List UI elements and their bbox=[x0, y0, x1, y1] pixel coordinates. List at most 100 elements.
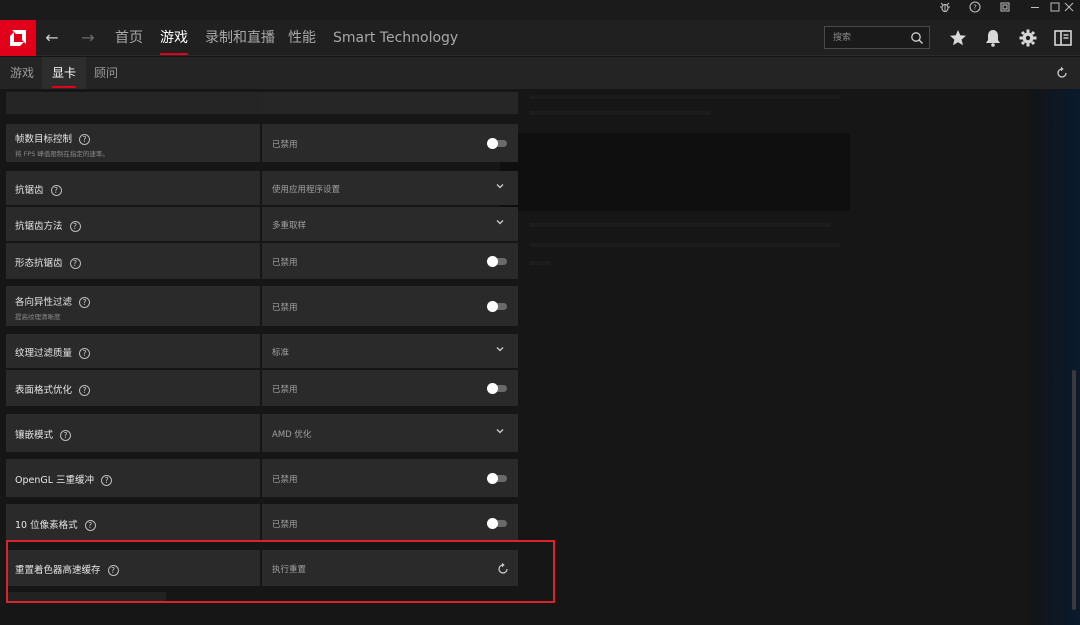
setting-label: 形态抗锯齿? bbox=[15, 255, 81, 269]
toggle-switch[interactable] bbox=[487, 518, 507, 529]
setting-row-texture-filtering-quality: 纹理过滤质量? 标准 bbox=[6, 334, 518, 368]
help-icon[interactable]: ? bbox=[50, 185, 62, 196]
dimmed-line bbox=[530, 111, 710, 115]
nav-smart-technology[interactable]: Smart Technology bbox=[333, 20, 458, 56]
toggle-switch[interactable] bbox=[487, 301, 507, 312]
setting-label: 帧数目标控制? bbox=[15, 131, 91, 145]
nav-home[interactable]: 首页 bbox=[115, 20, 143, 56]
dropdown-value[interactable]: AMD 优化 bbox=[272, 428, 311, 440]
subtab-games[interactable]: 游戏 bbox=[10, 57, 34, 89]
setting-value: 已禁用 bbox=[272, 385, 298, 395]
chevron-down-icon[interactable] bbox=[495, 426, 505, 439]
setting-value-cell: 已禁用 bbox=[262, 370, 518, 406]
back-arrow-icon[interactable]: ← bbox=[36, 20, 68, 56]
setting-value: 已禁用 bbox=[272, 475, 298, 485]
sub-tab-bar: 游戏 显卡 顾问 bbox=[0, 57, 1080, 89]
help-icon[interactable]: ? bbox=[79, 348, 91, 359]
setting-row-anisotropic-filtering: 各向异性过滤? 提高纹理清晰度 已禁用 bbox=[6, 286, 518, 326]
setting-value: 已禁用 bbox=[272, 303, 298, 313]
setting-row-opengl-triple-buffering: OpenGL 三重缓冲? 已禁用 bbox=[6, 459, 518, 497]
setting-label-cell: 形态抗锯齿? bbox=[6, 243, 260, 279]
setting-label: 抗锯齿? bbox=[15, 182, 62, 196]
search-icon[interactable] bbox=[910, 30, 924, 49]
setting-label-cell: OpenGL 三重缓冲? bbox=[6, 459, 260, 497]
setting-value-cell[interactable]: 标准 bbox=[262, 334, 518, 368]
svg-text:?: ? bbox=[973, 4, 977, 12]
dimmed-line bbox=[530, 261, 550, 265]
search-input[interactable] bbox=[825, 27, 909, 48]
toggle-switch[interactable] bbox=[487, 256, 507, 267]
setting-value-cell[interactable]: 多重取样 bbox=[262, 207, 518, 241]
toggle-switch[interactable] bbox=[487, 138, 507, 149]
setting-row-frame-rate-target: 帧数目标控制? 将 FPS 峰值限制在指定的速率。 已禁用 bbox=[6, 124, 518, 162]
setting-value-cell: 已禁用 bbox=[262, 286, 518, 326]
setting-description: 将 FPS 峰值限制在指定的速率。 bbox=[15, 150, 109, 158]
setting-description: 提高纹理清晰度 bbox=[15, 313, 61, 321]
close-icon[interactable] bbox=[1054, 1, 1080, 19]
setting-value: 已禁用 bbox=[272, 258, 298, 268]
setting-value-cell[interactable]: 使用应用程序设置 bbox=[262, 171, 518, 205]
setting-label: 表面格式优化? bbox=[15, 382, 91, 396]
reset-all-icon[interactable] bbox=[1054, 65, 1070, 81]
setting-label: 镶嵌模式? bbox=[15, 427, 72, 441]
restore-icon[interactable] bbox=[990, 1, 1020, 19]
help-icon[interactable]: ? bbox=[69, 258, 81, 269]
bell-icon[interactable] bbox=[982, 27, 1004, 49]
dropdown-value[interactable]: 多重取样 bbox=[272, 219, 306, 231]
help-icon[interactable]: ? bbox=[960, 1, 990, 19]
help-icon[interactable]: ? bbox=[79, 134, 91, 145]
gear-icon[interactable] bbox=[1017, 27, 1039, 49]
subtab-advisor[interactable]: 顾问 bbox=[94, 57, 118, 89]
chevron-down-icon[interactable] bbox=[495, 344, 505, 357]
setting-row-anti-aliasing: 抗锯齿? 使用应用程序设置 bbox=[6, 171, 518, 205]
setting-value: 已禁用 bbox=[272, 520, 298, 530]
setting-label: 10 位像素格式? bbox=[15, 517, 96, 531]
toggle-switch[interactable] bbox=[487, 383, 507, 394]
setting-value-cell: 已禁用 bbox=[262, 504, 518, 542]
nav-record-stream[interactable]: 录制和直播 bbox=[205, 20, 275, 56]
bug-icon[interactable] bbox=[930, 1, 960, 19]
setting-label-cell: 表面格式优化? bbox=[6, 370, 260, 406]
setting-label-cell: 帧数目标控制? 将 FPS 峰值限制在指定的速率。 bbox=[6, 124, 260, 162]
star-icon[interactable] bbox=[947, 27, 969, 49]
main-nav-bar: ← → 首页 游戏 录制和直播 性能 Smart Technology bbox=[0, 20, 1080, 56]
dimmed-line bbox=[530, 95, 840, 99]
help-icon[interactable]: ? bbox=[79, 297, 91, 308]
scrollbar[interactable] bbox=[1072, 370, 1076, 610]
setting-label-cell: 抗锯齿方法? bbox=[6, 207, 260, 241]
help-icon[interactable]: ? bbox=[69, 221, 81, 232]
dimmed-panel bbox=[500, 133, 850, 211]
search-box bbox=[824, 26, 930, 49]
dropdown-value[interactable]: 使用应用程序设置 bbox=[272, 183, 340, 195]
setting-label-cell: 各向异性过滤? 提高纹理清晰度 bbox=[6, 286, 260, 326]
dimmed-line bbox=[530, 223, 830, 227]
help-icon[interactable]: ? bbox=[101, 475, 113, 486]
dropdown-value[interactable]: 标准 bbox=[272, 346, 289, 358]
setting-value: 已禁用 bbox=[272, 140, 298, 150]
partial-row-top-value bbox=[262, 92, 518, 110]
subtab-graphics[interactable]: 显卡 bbox=[52, 57, 77, 89]
setting-row-tessellation-mode: 镶嵌模式? AMD 优化 bbox=[6, 414, 518, 452]
setting-row-surface-format-optimization: 表面格式优化? 已禁用 bbox=[6, 370, 518, 406]
chevron-down-icon[interactable] bbox=[495, 181, 505, 194]
setting-value-cell[interactable]: AMD 优化 bbox=[262, 414, 518, 452]
amd-logo-icon[interactable] bbox=[0, 20, 36, 56]
help-icon[interactable]: ? bbox=[84, 520, 96, 531]
setting-value-cell: 已禁用 bbox=[262, 124, 518, 162]
nav-gaming[interactable]: 游戏 bbox=[160, 20, 188, 56]
help-icon[interactable]: ? bbox=[79, 385, 91, 396]
dimmed-line bbox=[530, 243, 840, 247]
chevron-down-icon[interactable] bbox=[495, 217, 505, 230]
help-icon[interactable]: ? bbox=[60, 430, 72, 441]
setting-row-10bit-pixel-format: 10 位像素格式? 已禁用 bbox=[6, 504, 518, 542]
title-bar: ? bbox=[0, 0, 1080, 20]
setting-label-cell: 抗锯齿? bbox=[6, 171, 260, 205]
setting-row-anti-aliasing-method: 抗锯齿方法? 多重取样 bbox=[6, 207, 518, 241]
setting-value-cell: 已禁用 bbox=[262, 243, 518, 279]
forward-arrow-icon[interactable]: → bbox=[72, 20, 104, 56]
setting-label: OpenGL 三重缓冲? bbox=[15, 472, 113, 486]
toggle-switch[interactable] bbox=[487, 473, 507, 484]
setting-label-cell: 10 位像素格式? bbox=[6, 504, 260, 542]
nav-performance[interactable]: 性能 bbox=[288, 20, 316, 56]
sidebar-panel-icon[interactable] bbox=[1052, 27, 1074, 49]
